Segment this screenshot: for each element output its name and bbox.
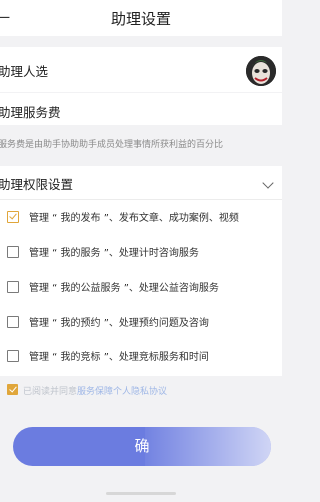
watermark-overlay [145,427,271,466]
agreement-checkbox[interactable] [7,384,18,395]
divider [0,199,282,200]
confirm-button[interactable]: 确 [13,427,271,466]
permission-item[interactable]: 管理 “ 我的预约 ”、处理预约问题及咨询 [0,313,282,333]
avatar[interactable] [246,56,276,86]
service-fee-row[interactable]: 助理服务费 [0,93,282,125]
service-fee-note: 服务费是由助手协助助手成员处理事情所获利益的百分比 [0,140,224,150]
permission-label: 管理 “ 我的服务 ”、处理计时咨询服务 [29,248,199,259]
agreement-row[interactable]: 已阅读并同意服务保障个人隐私协议 [0,382,282,398]
permission-checkbox[interactable] [7,246,19,258]
permission-label: 管理 “ 我的竞标 ”、处理竞标服务和时间 [29,352,209,363]
permission-item[interactable]: 管理 “ 我的服务 ”、处理计时咨询服务 [0,243,282,263]
nav-bar: 一 助理设置 [0,0,282,36]
assistant-candidate-row[interactable]: 助理人选 [0,47,282,92]
home-indicator [106,492,176,495]
page-title: 助理设置 [110,10,171,28]
permission-item[interactable]: 管理 “ 我的竞标 ”、处理竞标服务和时间 [0,347,282,367]
agreement-prefix: 已阅读并同意 [23,387,78,397]
permissions-label: 助理权限设置 [0,177,74,192]
service-fee-label: 助理服务费 [0,105,61,120]
permission-item[interactable]: 管理 “ 我的公益服务 ”、处理公益咨询服务 [0,278,282,298]
permission-label: 管理 “ 我的公益服务 ”、处理公益咨询服务 [29,283,219,294]
permission-item[interactable]: 管理 “ 我的发布 ”、发布文章、成功案例、视频 [0,208,282,228]
permission-checkbox[interactable] [7,316,19,328]
avatar-image [246,56,276,86]
permission-checkbox[interactable] [7,211,19,223]
assistant-candidate-label: 助理人选 [0,64,49,79]
permissions-card: 助理权限设置 [0,166,282,376]
permission-label: 管理 “ 我的预约 ”、处理预约问题及咨询 [29,318,209,329]
permission-checkbox[interactable] [7,350,19,362]
agreement-text: 已阅读并同意服务保障个人隐私协议 [23,384,167,397]
permission-label: 管理 “ 我的发布 ”、发布文章、成功案例、视频 [29,213,239,224]
permission-checkbox[interactable] [7,281,19,293]
agreement-link[interactable]: 服务保障个人隐私协议 [77,387,167,397]
